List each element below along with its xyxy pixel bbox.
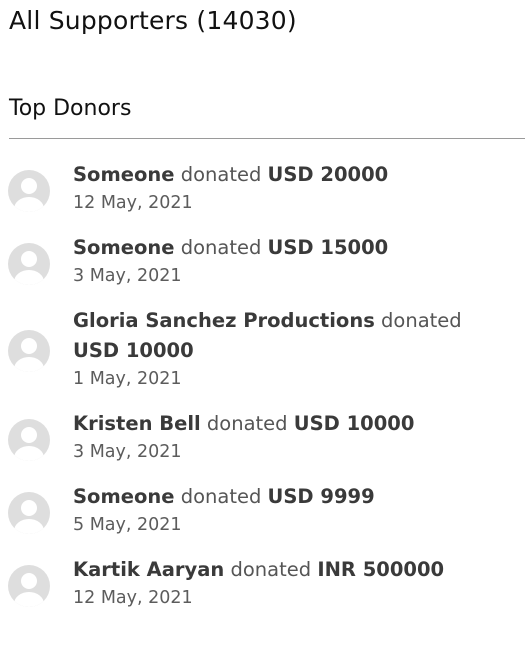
- donor-verb: donated: [206, 412, 288, 435]
- donor-line: Someone donated USD 20000: [73, 160, 507, 190]
- page-title: All Supporters (14030): [9, 6, 297, 35]
- donor-name: Kristen Bell: [73, 412, 201, 435]
- donor-item: Someone donated USD 15000 3 May, 2021: [0, 233, 525, 289]
- donor-date: 12 May, 2021: [73, 193, 193, 213]
- donor-amount: INR 500000: [317, 558, 445, 581]
- donor-name: Someone: [73, 485, 175, 508]
- donor-name: Kartik Aaryan: [73, 558, 225, 581]
- donor-verb: donated: [381, 309, 462, 332]
- user-avatar-icon: [8, 565, 50, 607]
- donor-verb: donated: [230, 558, 312, 581]
- donor-date: 12 May, 2021: [73, 588, 193, 608]
- donor-amount: USD 20000: [267, 163, 389, 186]
- section-title-top-donors: Top Donors: [9, 96, 132, 121]
- donor-date: 1 May, 2021: [73, 369, 182, 389]
- donor-date: 3 May, 2021: [73, 266, 182, 286]
- user-avatar-icon: [8, 243, 50, 285]
- user-avatar-icon: [8, 170, 50, 212]
- donor-verb: donated: [180, 485, 262, 508]
- donor-name: Gloria Sanchez Productions: [73, 309, 375, 332]
- donor-item: Someone donated USD 20000 12 May, 2021: [0, 160, 525, 216]
- user-avatar-icon: [8, 419, 50, 461]
- donor-line: Someone donated USD 9999: [73, 482, 507, 512]
- user-avatar-icon: [8, 330, 50, 372]
- donor-amount: USD 10000: [293, 412, 415, 435]
- donor-item: Gloria Sanchez Productions donated USD 1…: [0, 306, 525, 392]
- donor-item: Someone donated USD 9999 5 May, 2021: [0, 482, 525, 538]
- donor-list: Someone donated USD 20000 12 May, 2021 S…: [0, 160, 525, 628]
- donor-item: Kartik Aaryan donated INR 500000 12 May,…: [0, 555, 525, 611]
- donor-name: Someone: [73, 236, 175, 259]
- donor-item: Kristen Bell donated USD 10000 3 May, 20…: [0, 409, 525, 465]
- donor-name: Someone: [73, 163, 175, 186]
- donor-date: 5 May, 2021: [73, 515, 182, 535]
- donor-verb: donated: [180, 236, 262, 259]
- donor-line: Kristen Bell donated USD 10000: [73, 409, 507, 439]
- donor-amount: USD 9999: [267, 485, 375, 508]
- donor-line: Gloria Sanchez Productions donated USD 1…: [73, 306, 507, 366]
- donor-line: Someone donated USD 15000: [73, 233, 507, 263]
- user-avatar-icon: [8, 492, 50, 534]
- donor-date: 3 May, 2021: [73, 442, 182, 462]
- divider: [9, 138, 525, 139]
- donor-amount: USD 15000: [267, 236, 389, 259]
- donor-verb: donated: [180, 163, 262, 186]
- donor-line: Kartik Aaryan donated INR 500000: [73, 555, 507, 585]
- donor-amount: USD 10000: [73, 339, 194, 362]
